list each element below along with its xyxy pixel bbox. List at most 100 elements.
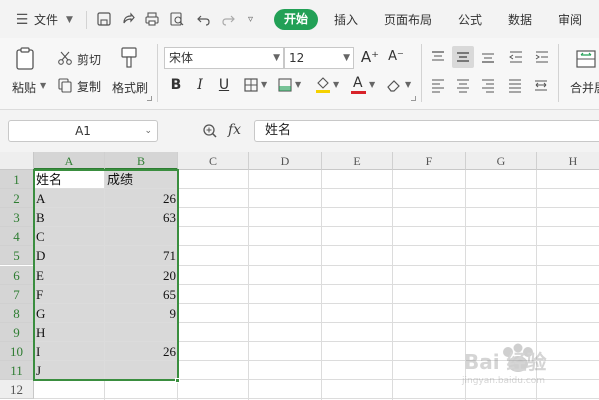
column-header-g[interactable]: G (466, 152, 537, 170)
column-header-e[interactable]: E (322, 152, 393, 170)
column-header-b[interactable]: B (105, 152, 178, 170)
fill-color-icon[interactable] (314, 75, 332, 98)
font-group-launcher[interactable] (411, 96, 416, 101)
cell-a7[interactable]: F (34, 285, 105, 304)
row-header-2[interactable]: 2 (0, 189, 34, 209)
merge-cells-icon[interactable] (575, 48, 597, 73)
font-color-icon[interactable]: A (350, 75, 368, 95)
eraser-icon[interactable] (386, 77, 402, 96)
cell-a4[interactable]: C (34, 227, 105, 246)
cell-b9[interactable] (105, 323, 178, 342)
cell-a3[interactable]: B (34, 208, 105, 227)
tab-data[interactable]: 数据 (508, 10, 532, 30)
cut-icon[interactable] (57, 50, 73, 69)
cell-b7[interactable]: 65 (105, 285, 178, 304)
paste-icon[interactable] (14, 46, 38, 75)
copy-icon[interactable] (57, 77, 73, 96)
font-color-dropdown-icon[interactable]: ▼ (369, 80, 375, 89)
shrink-font-button[interactable]: A⁻ (386, 47, 406, 67)
decrease-indent-icon[interactable] (508, 49, 524, 68)
cell-b1[interactable]: 成绩 (105, 170, 178, 189)
cell-b6[interactable]: 20 (105, 266, 178, 285)
column-header-f[interactable]: F (393, 152, 466, 170)
fill-color-dropdown-icon[interactable]: ▼ (333, 80, 339, 89)
row-header-3[interactable]: 3 (0, 208, 34, 228)
tab-review[interactable]: 审阅 (558, 10, 582, 30)
align-top-icon[interactable] (430, 49, 446, 68)
hamburger-menu-icon[interactable]: ☰ (12, 10, 32, 30)
cell-a6[interactable]: E (34, 266, 105, 285)
row-header-11[interactable]: 11 (0, 361, 34, 380)
cell-b4[interactable] (105, 227, 178, 246)
row-header-8[interactable]: 8 (0, 303, 34, 323)
row-header-7[interactable]: 7 (0, 284, 34, 304)
cell-a10[interactable]: I (34, 342, 105, 361)
save-icon[interactable] (96, 11, 112, 30)
format-painter-button[interactable]: 格式刷 (112, 79, 148, 96)
tab-home[interactable]: 开始 (274, 9, 318, 30)
share-icon[interactable] (120, 11, 136, 30)
clipboard-group-launcher[interactable] (147, 96, 152, 101)
underline-button[interactable]: U (214, 75, 234, 95)
row-header-4[interactable]: 4 (0, 227, 34, 247)
column-header-h[interactable]: H (537, 152, 599, 170)
paste-dropdown-icon[interactable]: ▼ (40, 81, 46, 90)
italic-button[interactable]: I (190, 75, 210, 95)
column-header-d[interactable]: D (249, 152, 322, 170)
undo-icon[interactable] (196, 11, 212, 30)
paste-button[interactable]: 粘贴 (12, 79, 36, 96)
column-header-a[interactable]: A (34, 152, 105, 170)
row-header-10[interactable]: 10 (0, 341, 34, 361)
print-icon[interactable] (144, 11, 160, 30)
bold-button[interactable]: B (166, 75, 186, 95)
tab-formulas[interactable]: 公式 (458, 10, 482, 30)
distributed-align-icon[interactable] (533, 77, 549, 96)
cell-b10[interactable]: 26 (105, 342, 178, 361)
select-all-corner[interactable] (0, 152, 34, 170)
row-header-6[interactable]: 6 (0, 265, 34, 285)
clear-dropdown-icon[interactable]: ▼ (405, 80, 411, 89)
quick-access-dropdown-icon[interactable]: ▿ (248, 10, 253, 30)
cell-style-dropdown-icon[interactable]: ▼ (295, 80, 301, 89)
cell-a9[interactable]: H (34, 323, 105, 342)
align-bottom-icon[interactable] (480, 49, 496, 68)
name-box[interactable]: A1 ⌄ (8, 120, 158, 142)
cell-b5[interactable]: 71 (105, 246, 178, 265)
align-middle-icon[interactable] (452, 46, 474, 68)
row-header-9[interactable]: 9 (0, 322, 34, 342)
merge-center-button[interactable]: 合并居 (570, 79, 599, 96)
cell-b8[interactable]: 9 (105, 304, 178, 323)
column-header-c[interactable]: C (178, 152, 249, 170)
file-menu[interactable]: 文件 (34, 10, 58, 30)
copy-button[interactable]: 复制 (77, 78, 101, 95)
insert-function-button[interactable]: fx (228, 122, 241, 138)
cell-a5[interactable]: D (34, 246, 105, 265)
increase-indent-icon[interactable] (534, 49, 550, 68)
formula-input[interactable]: 姓名 (254, 120, 599, 142)
fill-handle[interactable] (175, 378, 180, 384)
align-center-icon[interactable] (455, 77, 471, 96)
align-right-icon[interactable] (480, 77, 496, 96)
row-header-12[interactable]: 12 (0, 380, 34, 400)
conditional-format-icon[interactable] (277, 77, 293, 96)
cell-a8[interactable]: G (34, 304, 105, 323)
borders-dropdown-icon[interactable]: ▼ (261, 80, 267, 89)
redo-icon[interactable] (220, 11, 236, 30)
align-left-icon[interactable] (430, 77, 446, 96)
grow-font-button[interactable]: A⁺ (360, 47, 380, 67)
file-menu-chevron-icon[interactable]: ▼ (66, 10, 73, 30)
tab-page-layout[interactable]: 页面布局 (384, 10, 432, 30)
justify-icon[interactable] (507, 77, 523, 96)
print-preview-icon[interactable] (169, 11, 185, 30)
cell-b11[interactable] (105, 361, 178, 380)
cell-a11[interactable]: J (34, 361, 105, 380)
cell-a2[interactable]: A (34, 189, 105, 208)
cell-a1[interactable]: 姓名 (34, 170, 105, 189)
row-header-5[interactable]: 5 (0, 246, 34, 266)
cell-b3[interactable]: 63 (105, 208, 178, 227)
cut-button[interactable]: 剪切 (77, 51, 101, 68)
font-name-dropdown[interactable]: 宋体 ▼ (164, 47, 284, 69)
format-painter-icon[interactable] (118, 46, 140, 73)
cell-b2[interactable]: 26 (105, 189, 178, 208)
tab-insert[interactable]: 插入 (334, 10, 358, 30)
